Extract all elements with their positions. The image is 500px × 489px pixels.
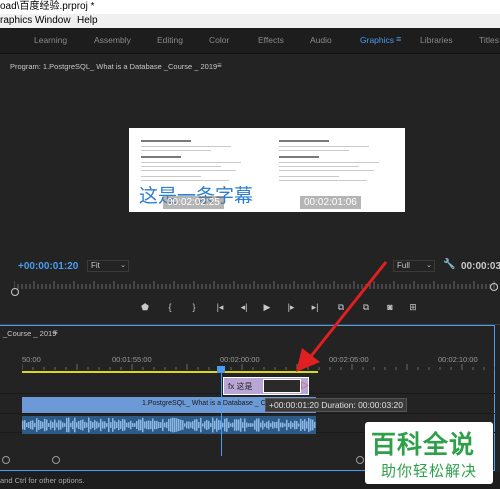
more-icon[interactable]: ⊞	[406, 302, 420, 313]
playhead-head-icon[interactable]	[217, 366, 225, 373]
duration-timecode: 00:00:03	[461, 261, 500, 272]
current-timecode[interactable]: +00:00:01:20	[18, 261, 78, 272]
workspace-color[interactable]: Color	[209, 35, 229, 45]
window-title: oad\百度经验.prproj *	[0, 0, 500, 14]
graphic-clip-label: fx 这是	[228, 382, 253, 391]
play-icon[interactable]: ▶	[260, 302, 274, 313]
timeline-time-ruler[interactable]	[22, 364, 495, 370]
workspace-graphics[interactable]: Graphics	[360, 35, 394, 45]
export-frame-icon[interactable]: ◙	[383, 302, 397, 312]
graphic-clip-trim-preview	[263, 379, 301, 393]
workspace-bar: Learning Assembly Editing Color Effects …	[0, 28, 500, 54]
quality-label: Full	[397, 261, 410, 270]
lift-icon[interactable]: ⧉	[334, 302, 348, 313]
audio-clip[interactable]	[22, 416, 316, 434]
workspace-learning[interactable]: Learning	[34, 35, 67, 45]
step-forward-icon[interactable]: |▸	[284, 302, 298, 313]
watermark-logo: 百科全说 助你轻松解决	[365, 422, 493, 484]
extract-icon[interactable]: ⧉	[359, 302, 373, 313]
workspace-libraries[interactable]: Libraries	[420, 35, 453, 45]
menu-help[interactable]: Help	[77, 14, 98, 28]
watermark-line1: 百科全说	[371, 430, 476, 459]
workspace-audio[interactable]: Audio	[310, 35, 332, 45]
video-clip-label: 1.PostgreSQL_ What is a Database _ Cours…	[142, 400, 284, 407]
timeline-playhead[interactable]	[221, 368, 222, 456]
zoom-handle-right[interactable]	[490, 283, 498, 291]
ruler-label: 00:01:55:00	[112, 355, 152, 364]
workspace-editing[interactable]: Editing	[157, 35, 183, 45]
marker-icon[interactable]: ⬟	[138, 302, 152, 313]
workspace-menu-icon[interactable]: ≡	[396, 34, 404, 44]
ruler-label: 50:00	[22, 355, 41, 364]
ruler-label: 00:02:05:00	[329, 355, 369, 364]
step-back-icon[interactable]: ◂|	[237, 302, 251, 313]
watermark-line2: 助你轻松解决	[381, 462, 478, 480]
panel-menu-icon[interactable]: ≡	[53, 328, 58, 337]
scroll-handle-left[interactable]	[2, 456, 10, 464]
workspace-effects[interactable]: Effects	[258, 35, 284, 45]
panel-menu-icon[interactable]: ≡	[217, 61, 222, 70]
menu-window[interactable]: Window	[35, 14, 71, 28]
fit-dropdown[interactable]: Fit ⌄	[87, 260, 129, 272]
menu-bar: raphics Window Help	[0, 14, 500, 28]
trim-out-icon[interactable]: ▷	[301, 380, 309, 391]
chevron-down-icon: ⌄	[120, 262, 126, 269]
timeline-tab[interactable]: _Course _ 2019	[3, 329, 56, 338]
audio-waveform	[22, 417, 316, 433]
out-point-icon[interactable]: }	[187, 302, 201, 312]
go-to-out-icon[interactable]: ▸|	[308, 302, 322, 313]
program-monitor-title[interactable]: Program: 1.PostgreSQL_ What is a Databas…	[10, 62, 217, 71]
fit-label: Fit	[91, 261, 100, 270]
chevron-down-icon: ⌄	[426, 262, 432, 269]
workspace-titles[interactable]: Titles	[479, 35, 499, 45]
scroll-handle-right[interactable]	[52, 456, 60, 464]
ruler-label: 00:02:00:00	[220, 355, 260, 364]
overlay-timecode-left: 00:02:02:25	[163, 196, 224, 209]
menu-graphics[interactable]: raphics	[0, 14, 32, 28]
overlay-timecode-right: 00:02:01:06	[300, 196, 361, 209]
workspace-assembly[interactable]: Assembly	[94, 35, 131, 45]
work-area-bar[interactable]	[22, 371, 318, 373]
monitor-time-ruler[interactable]	[14, 279, 498, 289]
ruler-label: 00:02:10:00	[438, 355, 478, 364]
in-point-icon[interactable]: {	[163, 302, 177, 312]
trim-tooltip: +00:00:01:20 Duration: 00:00:03:20	[265, 398, 407, 412]
quality-dropdown[interactable]: Full ⌄	[393, 260, 435, 272]
go-to-in-icon[interactable]: |◂	[213, 302, 227, 313]
zoom-handle-left[interactable]	[11, 288, 19, 296]
scroll-handle-v[interactable]	[356, 456, 364, 464]
wrench-icon[interactable]: 🔧	[443, 259, 455, 270]
